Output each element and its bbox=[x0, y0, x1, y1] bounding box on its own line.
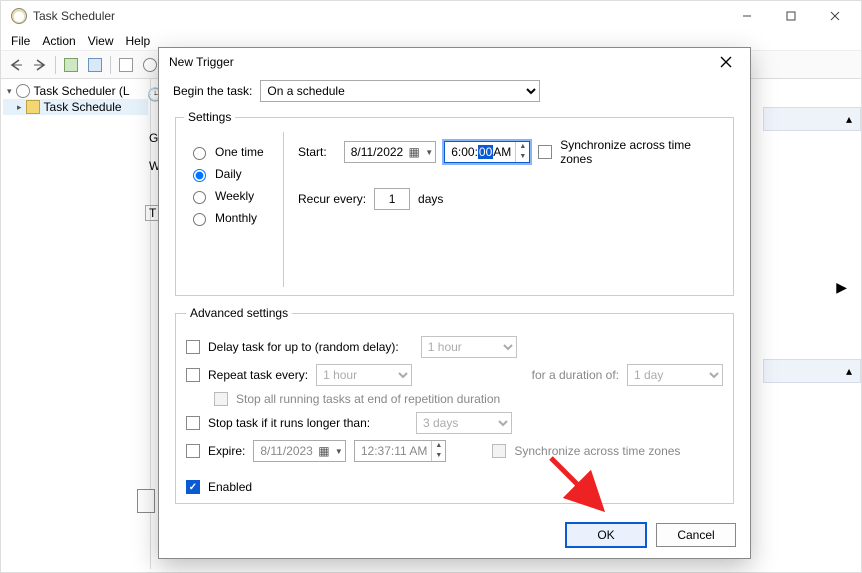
tree-root-label: Task Scheduler (L bbox=[34, 84, 130, 98]
repeat-select[interactable]: 1 hour bbox=[316, 364, 412, 386]
delay-checkbox[interactable] bbox=[186, 340, 200, 354]
minimize-button[interactable] bbox=[725, 2, 769, 30]
tree-child[interactable]: ▸ Task Schedule bbox=[3, 99, 148, 115]
tree-pane: ▾ Task Scheduler (L ▸ Task Schedule bbox=[1, 79, 151, 569]
time-spinner[interactable]: ▲▼ bbox=[515, 142, 529, 162]
freq-daily[interactable]: Daily bbox=[188, 166, 279, 182]
recur-label: Recur every: bbox=[298, 192, 366, 206]
repeat-label: Repeat task every: bbox=[208, 368, 308, 382]
expire-checkbox[interactable] bbox=[186, 444, 200, 458]
forward-button[interactable] bbox=[29, 54, 51, 76]
collapse-icon[interactable]: ▴ bbox=[846, 112, 852, 126]
new-trigger-dialog: New Trigger Begin the task: On a schedul… bbox=[158, 47, 751, 559]
settings-group: Settings One time Daily Weekly Mo bbox=[175, 110, 734, 296]
calendar-icon[interactable]: ▦ bbox=[407, 145, 421, 159]
delay-label: Delay task for up to (random delay): bbox=[208, 340, 399, 354]
advanced-settings-group: Advanced settings Delay task for up to (… bbox=[175, 306, 734, 504]
tree-root[interactable]: ▾ Task Scheduler (L bbox=[3, 83, 148, 99]
expand-icon[interactable]: ▾ bbox=[7, 86, 12, 97]
toolbar-btn-1[interactable] bbox=[60, 54, 82, 76]
stop-all-label: Stop all running tasks at end of repetit… bbox=[236, 392, 500, 406]
tree-child-label: Task Schedule bbox=[44, 100, 122, 114]
hidden-button-stub bbox=[137, 489, 155, 513]
titlebar: Task Scheduler bbox=[1, 1, 861, 31]
app-title: Task Scheduler bbox=[33, 9, 115, 23]
begin-task-label: Begin the task: bbox=[173, 84, 252, 98]
freq-monthly[interactable]: Monthly bbox=[188, 210, 279, 226]
duration-select[interactable]: 1 day bbox=[627, 364, 723, 386]
collapse-icon[interactable]: ▴ bbox=[846, 364, 852, 378]
start-date-input[interactable]: 8/11/2022 ▦ ▼ bbox=[344, 141, 437, 163]
maximize-button[interactable] bbox=[769, 2, 813, 30]
menu-view[interactable]: View bbox=[88, 34, 114, 48]
expire-label: Expire: bbox=[208, 444, 245, 458]
toolbar-btn-3[interactable] bbox=[115, 54, 137, 76]
ok-button[interactable]: OK bbox=[566, 523, 646, 547]
time-spinner[interactable]: ▲▼ bbox=[431, 441, 445, 461]
cancel-button[interactable]: Cancel bbox=[656, 523, 736, 547]
menu-action[interactable]: Action bbox=[42, 34, 75, 48]
expire-time-input[interactable]: 12:37:11 AM ▲▼ bbox=[354, 440, 447, 462]
sync-tz2-checkbox bbox=[492, 444, 506, 458]
dialog-title: New Trigger bbox=[169, 55, 712, 69]
start-label: Start: bbox=[298, 145, 336, 159]
repeat-checkbox[interactable] bbox=[186, 368, 200, 382]
chevron-down-icon[interactable]: ▼ bbox=[425, 148, 433, 157]
enabled-checkbox[interactable]: ✓ bbox=[186, 480, 200, 494]
delay-select[interactable]: 1 hour bbox=[421, 336, 517, 358]
frequency-column: One time Daily Weekly Monthly bbox=[184, 132, 284, 287]
chevron-down-icon[interactable]: ▼ bbox=[335, 447, 343, 456]
back-button[interactable] bbox=[5, 54, 27, 76]
toolbar-btn-2[interactable] bbox=[84, 54, 106, 76]
menu-help[interactable]: Help bbox=[126, 34, 151, 48]
recur-unit: days bbox=[418, 192, 443, 206]
expand-icon[interactable]: ▸ bbox=[17, 102, 22, 113]
dialog-close-button[interactable] bbox=[712, 50, 740, 74]
actions-panel-header-2[interactable]: ▴ bbox=[763, 359, 861, 383]
dialog-titlebar: New Trigger bbox=[159, 48, 750, 76]
sync-tz-label: Synchronize across time zones bbox=[560, 138, 725, 166]
duration-label: for a duration of: bbox=[532, 368, 619, 382]
sync-tz2-label: Synchronize across time zones bbox=[514, 444, 680, 458]
adv-legend: Advanced settings bbox=[186, 306, 292, 320]
sync-tz-checkbox[interactable] bbox=[538, 145, 552, 159]
start-time-input[interactable]: 6:00:00 AM ▲▼ bbox=[444, 141, 530, 163]
folder-icon bbox=[26, 100, 40, 114]
menu-file[interactable]: File bbox=[11, 34, 30, 48]
calendar-icon[interactable]: ▦ bbox=[317, 444, 331, 458]
enabled-label: Enabled bbox=[208, 480, 252, 494]
begin-task-select[interactable]: On a schedule bbox=[260, 80, 540, 102]
freq-weekly[interactable]: Weekly bbox=[188, 188, 279, 204]
scroll-indicator[interactable]: ▶ bbox=[836, 279, 847, 296]
close-button[interactable] bbox=[813, 2, 857, 30]
freq-one-time[interactable]: One time bbox=[188, 144, 279, 160]
settings-legend: Settings bbox=[184, 110, 235, 124]
stop-if-select[interactable]: 3 days bbox=[416, 412, 512, 434]
clock-icon bbox=[16, 84, 30, 98]
stop-if-checkbox[interactable] bbox=[186, 416, 200, 430]
stop-if-label: Stop task if it runs longer than: bbox=[208, 416, 408, 430]
clock-icon bbox=[11, 8, 27, 24]
actions-panel-header-1[interactable]: ▴ bbox=[763, 107, 861, 131]
task-scheduler-window: Task Scheduler File Action View Help ▾ bbox=[0, 0, 862, 573]
stop-all-checkbox bbox=[214, 392, 228, 406]
expire-date-input[interactable]: 8/11/2023 ▦ ▼ bbox=[253, 440, 346, 462]
dialog-footer: OK Cancel bbox=[159, 512, 750, 558]
recur-input[interactable] bbox=[374, 188, 410, 210]
